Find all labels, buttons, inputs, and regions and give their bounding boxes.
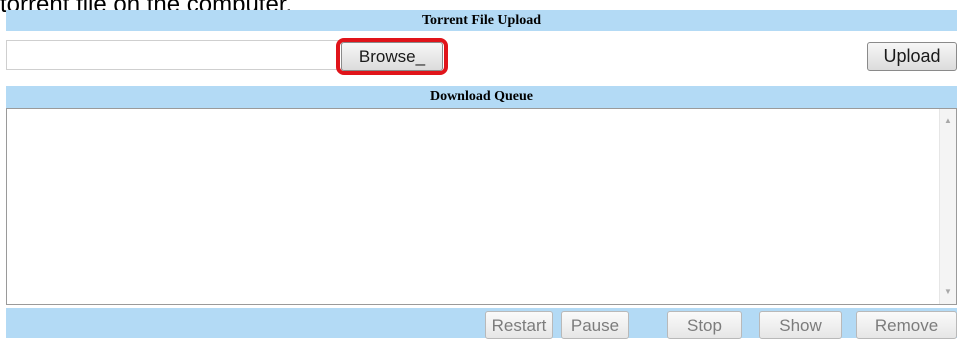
torrent-file-path-field[interactable] [6,40,342,70]
queue-scrollbar[interactable]: ▲ ▼ [939,109,956,304]
browse-button[interactable]: Browse_ [341,42,443,71]
show-button[interactable]: Show [759,311,842,339]
scroll-down-arrow-icon[interactable]: ▼ [940,284,956,300]
stop-button[interactable]: Stop [667,311,742,339]
upload-button[interactable]: Upload [867,42,957,71]
upload-section-title: Torrent File Upload [6,10,957,31]
scroll-up-arrow-icon[interactable]: ▲ [940,113,956,129]
download-queue-title: Download Queue [6,86,957,108]
download-queue-list[interactable]: ▲ ▼ [6,108,957,305]
remove-button[interactable]: Remove [856,311,957,339]
restart-button[interactable]: Restart [485,311,553,339]
pause-button[interactable]: Pause [561,311,629,339]
